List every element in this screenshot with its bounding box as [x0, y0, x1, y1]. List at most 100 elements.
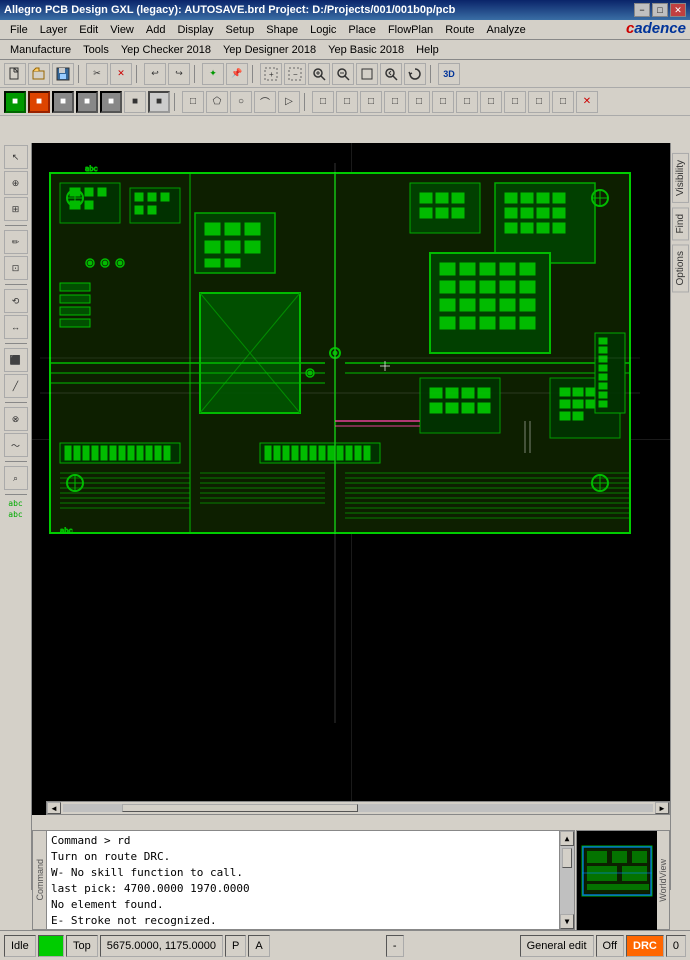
lt-route[interactable]: 〜 — [4, 433, 28, 457]
close-button[interactable]: ✕ — [670, 3, 686, 17]
tb2-poly[interactable]: ⬠ — [206, 91, 228, 113]
tb2-t7[interactable]: □ — [456, 91, 478, 113]
tb2-t4[interactable]: □ — [384, 91, 406, 113]
tb-zoom-in[interactable] — [308, 63, 330, 85]
tb-3d[interactable]: 3D — [438, 63, 460, 85]
tb2-t3[interactable]: □ — [360, 91, 382, 113]
tb-delete[interactable]: ✕ — [110, 63, 132, 85]
pcb-canvas-area[interactable]: abc abc — [32, 143, 670, 815]
scroll-down-button[interactable]: ▼ — [560, 914, 574, 929]
lt-crosshair[interactable]: ⊕ — [4, 171, 28, 195]
tb2-btn5[interactable]: ■ — [100, 91, 122, 113]
tb-pin[interactable]: 📌 — [226, 63, 248, 85]
tb-open[interactable] — [28, 63, 50, 85]
h-scroll-right[interactable]: ► — [655, 802, 669, 814]
menu-display[interactable]: Display — [171, 23, 219, 37]
tb2-etch-on[interactable]: ■ — [76, 91, 98, 113]
tb2-rect[interactable]: □ — [182, 91, 204, 113]
find-tab[interactable]: Find — [672, 207, 689, 240]
tb2-t10[interactable]: □ — [528, 91, 550, 113]
toolbar-sep3 — [194, 65, 198, 83]
lt-sep5 — [5, 461, 27, 462]
status-off: Off — [596, 935, 624, 957]
menu-view[interactable]: View — [104, 23, 140, 37]
tb2-t9[interactable]: □ — [504, 91, 526, 113]
tb2-btn6[interactable]: ■ — [124, 91, 146, 113]
tb-snap[interactable]: ✦ — [202, 63, 224, 85]
tb-new[interactable] — [4, 63, 26, 85]
lt-via[interactable]: ⊗ — [4, 407, 28, 431]
tb-redo[interactable]: ↪ — [168, 63, 190, 85]
scroll-thumb[interactable] — [562, 848, 572, 868]
command-area[interactable]: Command > rd Turn on route DRC. W- No sk… — [46, 830, 575, 930]
tb2-t11[interactable]: □ — [552, 91, 574, 113]
menu-manufacture[interactable]: Manufacture — [4, 43, 77, 57]
menu-route[interactable]: Route — [439, 23, 480, 37]
minimize-button[interactable]: − — [634, 3, 650, 17]
menu-flowplan[interactable]: FlowPlan — [382, 23, 439, 37]
tb-cut[interactable]: ✂ — [86, 63, 108, 85]
tb2-t1[interactable]: □ — [312, 91, 334, 113]
h-scroll-thumb[interactable] — [122, 804, 358, 812]
visibility-tab[interactable]: Visibility — [672, 153, 689, 203]
lt-add[interactable]: ⊞ — [4, 197, 28, 221]
tb-zoom-in-box[interactable]: + — [260, 63, 282, 85]
tb2-close[interactable]: ✕ — [576, 91, 598, 113]
tb2-circle[interactable]: ○ — [230, 91, 252, 113]
tb2-tri[interactable]: ▷ — [278, 91, 300, 113]
tb2-drc-on[interactable]: ■ — [52, 91, 74, 113]
lt-line[interactable]: ╱ — [4, 374, 28, 398]
tb2-t5[interactable]: □ — [408, 91, 430, 113]
svg-text:−: − — [293, 70, 298, 79]
pcb-design-view[interactable]: abc abc — [40, 163, 640, 723]
menu-file[interactable]: File — [4, 23, 34, 37]
menu-logic[interactable]: Logic — [304, 23, 342, 37]
menu-layer[interactable]: Layer — [34, 23, 74, 37]
menu-analyze[interactable]: Analyze — [481, 23, 532, 37]
menu-place[interactable]: Place — [342, 23, 382, 37]
lt-pencil[interactable]: ✏ — [4, 230, 28, 254]
lt-fill[interactable]: ⬛ — [4, 348, 28, 372]
tb-redraw[interactable] — [404, 63, 426, 85]
menu-add[interactable]: Add — [140, 23, 172, 37]
tb-zoom-out-box[interactable]: − — [284, 63, 306, 85]
command-label-text: Command — [35, 859, 45, 901]
scroll-track[interactable] — [560, 846, 574, 914]
menu-edit[interactable]: Edit — [73, 23, 104, 37]
tb2-grid-on[interactable]: ■ — [4, 91, 26, 113]
menu-shape[interactable]: Shape — [260, 23, 304, 37]
tb2-snap-on[interactable]: ■ — [28, 91, 50, 113]
menu-yep-designer[interactable]: Yep Designer 2018 — [217, 43, 322, 57]
tb-zoom-out[interactable] — [332, 63, 354, 85]
lt-rotate[interactable]: ⟲ — [4, 289, 28, 313]
menu-help[interactable]: Help — [410, 43, 445, 57]
lt-cursor[interactable]: ↖ — [4, 145, 28, 169]
tb-undo[interactable]: ↩ — [144, 63, 166, 85]
tb2-t8[interactable]: □ — [480, 91, 502, 113]
tb2-t6[interactable]: □ — [432, 91, 454, 113]
command-scrollbar[interactable]: ▲ ▼ — [559, 831, 574, 929]
tb2-t2[interactable]: □ — [336, 91, 358, 113]
h-scroll-track[interactable] — [63, 804, 653, 812]
tb2-btn7[interactable]: ■ — [148, 91, 170, 113]
worldview-panel[interactable] — [576, 830, 656, 930]
lt-select[interactable]: ⊡ — [4, 256, 28, 280]
status-counter: 0 — [666, 935, 686, 957]
menu-yep-checker[interactable]: Yep Checker 2018 — [115, 43, 217, 57]
menu-tools[interactable]: Tools — [77, 43, 115, 57]
tb2-arc[interactable]: ⌒ — [254, 91, 276, 113]
tb-zoom-fit[interactable] — [356, 63, 378, 85]
tb-zoom-prev[interactable] — [380, 63, 402, 85]
maximize-button[interactable]: □ — [652, 3, 668, 17]
menu-yep-basic[interactable]: Yep Basic 2018 — [322, 43, 410, 57]
options-tab[interactable]: Options — [672, 244, 689, 292]
tb-save[interactable] — [52, 63, 74, 85]
status-dash: - — [386, 935, 404, 957]
lt-zoom[interactable]: ⌕ — [4, 466, 28, 490]
lt-flip[interactable]: ↔ — [4, 315, 28, 339]
window-controls: − □ ✕ — [634, 3, 686, 17]
menu-setup[interactable]: Setup — [220, 23, 261, 37]
h-scroll-left[interactable]: ◄ — [47, 802, 61, 814]
scroll-up-button[interactable]: ▲ — [560, 831, 574, 846]
horizontal-scrollbar[interactable]: ◄ ► — [46, 801, 670, 815]
